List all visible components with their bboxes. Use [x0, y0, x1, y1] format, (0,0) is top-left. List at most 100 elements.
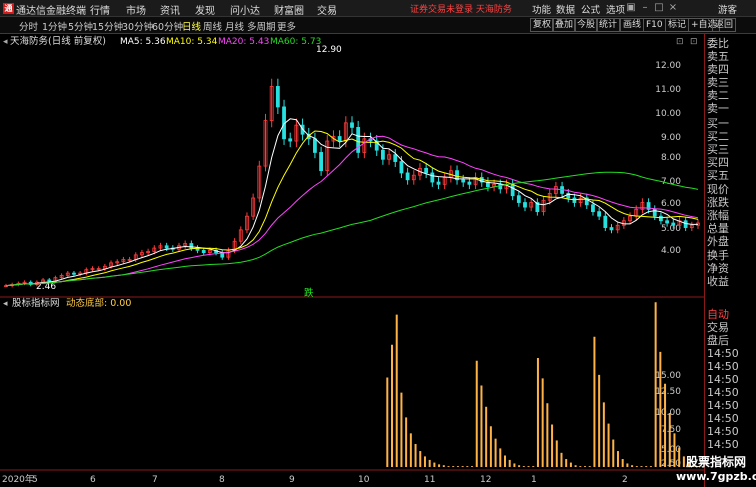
x-month-tick: 9	[289, 475, 295, 485]
maximize-icon[interactable]: □	[652, 1, 666, 15]
candle-body	[319, 152, 324, 172]
quote-side-panel: 委比 卖五 卖四 卖三 卖二 卖一 买一 买二 买三 买四 买五 现价 涨跌 涨…	[704, 34, 756, 487]
y-tick: 4.00	[661, 246, 681, 256]
x-month-tick: 1	[531, 475, 537, 485]
side-label: 盘后	[707, 334, 729, 347]
settings-icon[interactable]: ⊡	[676, 37, 684, 47]
signal-marker: 跌	[304, 287, 314, 299]
period-more[interactable]: 更多	[277, 19, 296, 33]
side-label: 卖三	[707, 76, 729, 89]
side-label: 卖二	[707, 89, 729, 102]
indicator-bars-group	[386, 302, 699, 467]
y-tick-sub: 12.50	[655, 387, 681, 397]
candle-body	[603, 215, 608, 228]
period-60min[interactable]: 60分钟	[152, 19, 183, 33]
y-tick: 8.00	[661, 153, 681, 163]
overlay-button[interactable]: 叠加	[552, 18, 577, 32]
side-label: 14:50	[707, 399, 739, 412]
y-tick: 12.00	[655, 61, 681, 71]
period-multi[interactable]: 多周期	[247, 19, 276, 33]
side-label: 买二	[707, 130, 729, 143]
candle-body	[201, 249, 206, 254]
watermark-url: www.7gpzb.com	[676, 470, 756, 483]
menu-function[interactable]: 功能	[532, 2, 551, 16]
close-icon[interactable]: ×	[666, 1, 680, 15]
app-title: 通达信金融终端	[16, 6, 86, 17]
side-label: 换手	[707, 249, 729, 262]
candle-body	[597, 211, 602, 217]
period-tick[interactable]: 分时	[19, 19, 38, 33]
y-tick: 6.00	[661, 199, 681, 209]
collapse-icon[interactable]: ◂	[3, 37, 8, 47]
x-month-tick: 2	[622, 475, 628, 485]
side-label: 买四	[707, 156, 729, 169]
period-weekly[interactable]: 周线	[203, 19, 222, 33]
period-monthly[interactable]: 月线	[225, 19, 244, 33]
menu-options[interactable]: 选项	[606, 2, 625, 16]
adjust-button[interactable]: 复权	[530, 18, 555, 32]
menu-quotes[interactable]: 行情	[90, 2, 110, 17]
menu-data[interactable]: 数据	[556, 2, 575, 16]
period-15min[interactable]: 15分钟	[92, 19, 123, 33]
ma60-line	[5, 171, 699, 287]
watermark: 股票指标网 www.7gpzb.com	[676, 455, 756, 487]
candle-body	[609, 227, 614, 231]
ma-lines-group	[5, 118, 699, 287]
side-label[interactable]: 自动	[707, 308, 729, 321]
menu-wealth[interactable]: 财富圈	[274, 2, 304, 17]
x-month-tick: 11	[424, 475, 435, 485]
ma60-label: MA60: 5.73	[270, 37, 321, 47]
menu-discover[interactable]: 发现	[195, 2, 215, 17]
side-label: 14:50	[707, 412, 739, 425]
back-button[interactable]: 返回	[712, 18, 737, 32]
candle-body	[350, 122, 354, 128]
f10-button[interactable]: F10	[643, 18, 666, 32]
indicator-icon[interactable]: ◂	[3, 299, 8, 309]
stock-label: 天海防务(日线 前复权)	[10, 35, 106, 47]
candle-body	[393, 154, 398, 162]
menu-ask[interactable]: 问小达	[230, 2, 260, 17]
side-label: 买五	[707, 169, 729, 182]
period-30min[interactable]: 30分钟	[122, 19, 153, 33]
menu-market[interactable]: 市场	[126, 2, 146, 17]
candle-body	[288, 138, 293, 142]
side-label: 卖一	[707, 102, 729, 115]
period-1min[interactable]: 1分钟	[42, 19, 67, 33]
candle-body	[510, 183, 515, 197]
stats-button[interactable]: 统计	[596, 18, 621, 32]
period-daily[interactable]: 日线	[182, 19, 201, 33]
skin-icon[interactable]: ▣	[624, 1, 638, 15]
draw-button[interactable]: 画线	[620, 18, 645, 32]
side-label: 买三	[707, 143, 729, 156]
candle-body	[380, 149, 385, 160]
period-toolbar: 分时 1分钟 5分钟 15分钟 30分钟 60分钟 日线 周线 月线 多周期 更…	[0, 17, 756, 34]
indicator-name: 股标指标网	[12, 297, 60, 309]
y-tick-sub: 7.50	[661, 425, 681, 435]
expand-icon[interactable]: ⊡	[690, 37, 698, 47]
menu-trade[interactable]: 交易	[317, 2, 337, 17]
side-label: 买一	[707, 117, 729, 130]
side-label: 14:50	[707, 386, 739, 399]
trade-alert[interactable]: 证券交易未登录 天海防务	[410, 2, 512, 15]
candle-body	[659, 215, 663, 222]
ma10-label: MA10: 5.34	[166, 37, 218, 47]
kline-chart[interactable]: ◂ 天海防务(日线 前复权) MA5: 5.36 MA10: 5.34 MA20…	[0, 34, 704, 487]
candle-body	[665, 220, 670, 224]
candle-body	[47, 279, 52, 282]
window-controls: ▣ – □ ×	[624, 1, 684, 15]
minimize-icon[interactable]: –	[638, 1, 652, 15]
menu-news[interactable]: 资讯	[160, 2, 180, 17]
mark-button[interactable]: 标记	[665, 18, 690, 32]
period-5min[interactable]: 5分钟	[68, 19, 93, 33]
y-tick-sub: 10.00	[655, 408, 681, 418]
candles-group	[4, 78, 700, 288]
candle-body	[72, 272, 76, 275]
side-label: 总量	[707, 222, 729, 235]
candle-body	[337, 136, 342, 142]
side-label: 外盘	[707, 235, 729, 248]
x-month-tick: 7	[152, 475, 158, 485]
candle-body	[275, 86, 280, 108]
guest-label[interactable]: 游客	[718, 2, 737, 16]
today-button[interactable]: 今股	[574, 18, 599, 32]
menu-formula[interactable]: 公式	[581, 2, 600, 16]
